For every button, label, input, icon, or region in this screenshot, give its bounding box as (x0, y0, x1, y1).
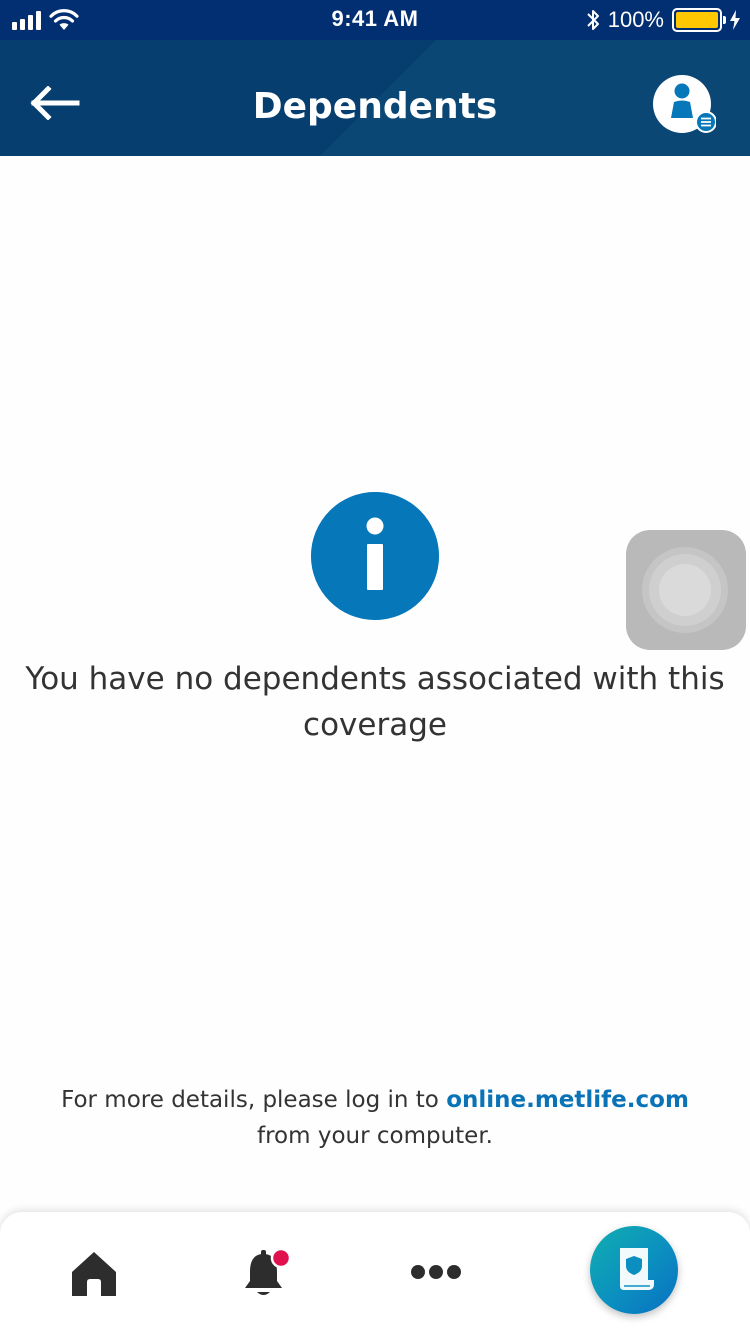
profile-menu-icon[interactable] (652, 74, 716, 138)
page-title: Dependents (252, 86, 498, 127)
assistive-touch-button[interactable] (626, 530, 746, 650)
footer-note-suffix: from your computer. (257, 1123, 493, 1149)
footer-note-prefix: For more details, please log in to (61, 1087, 447, 1113)
footer-note: For more details, please log in to onlin… (20, 1082, 730, 1154)
empty-state-message: You have no dependents associated with t… (25, 661, 725, 743)
dependents-screen: 9:41 AM 100% Dependents You have no depe… (0, 0, 750, 1334)
app-header: Dependents (0, 40, 750, 156)
status-bar: 9:41 AM 100% (0, 0, 750, 40)
metlife-website-link[interactable]: online.metlife.com (446, 1087, 689, 1113)
battery-icon (672, 8, 726, 32)
bluetooth-icon (587, 10, 599, 30)
more-icon[interactable] (410, 1264, 462, 1280)
info-icon (311, 492, 439, 620)
status-right: 100% (586, 7, 740, 33)
policy-tab-button[interactable] (590, 1226, 678, 1314)
battery-percent: 100% (607, 7, 664, 32)
charging-icon (730, 10, 740, 30)
bell-icon[interactable] (240, 1246, 292, 1300)
bottom-tab-bar (0, 1212, 750, 1334)
home-icon[interactable] (70, 1250, 118, 1298)
policy-icon (620, 1248, 654, 1290)
